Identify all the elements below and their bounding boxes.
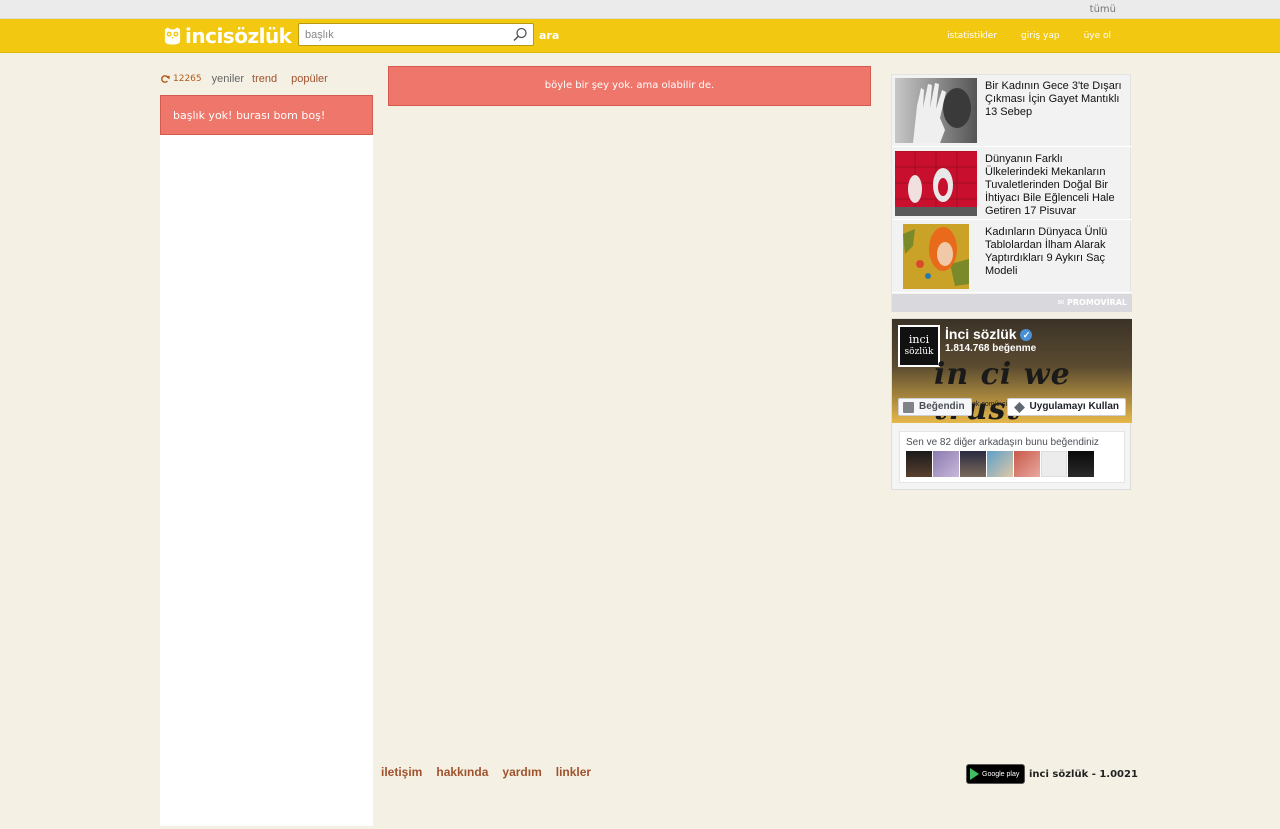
footer-about-link[interactable]: hakkında [436, 765, 488, 779]
play-icon [970, 768, 979, 780]
filter-all-link[interactable]: tümü [1090, 4, 1116, 15]
ad-thumbnail[interactable] [895, 224, 977, 289]
search-input[interactable] [299, 24, 509, 45]
facebook-page-widget: inci sözlük İnci sözlük ✓ 1.814.768 beğe… [891, 318, 1132, 490]
ad-thumbnail[interactable] [895, 78, 977, 143]
nav-login[interactable]: giriş yap [1021, 31, 1060, 41]
ad-title[interactable]: Bir Kadının Gece 3'te Dışarı Çıkması İçi… [985, 80, 1125, 119]
search-button[interactable]: ara [539, 29, 559, 42]
left-column: 12265 yeniler trend popüler başlık yok! … [160, 54, 373, 826]
friend-avatar[interactable] [1068, 451, 1094, 477]
tab-trend[interactable]: trend [252, 73, 277, 85]
cube-icon [1013, 402, 1025, 413]
friend-avatars [906, 451, 1094, 477]
nav-register[interactable]: üye ol [1084, 31, 1111, 41]
nav-statistics[interactable]: istatistikler [947, 31, 997, 41]
tab-new[interactable]: yeniler [212, 73, 244, 85]
topic-list [160, 95, 373, 826]
friend-avatar[interactable] [1014, 451, 1040, 477]
ad-thumbnail[interactable] [895, 151, 977, 216]
ad-item[interactable]: Bir Kadının Gece 3'te Dışarı Çıkması İçi… [892, 75, 1132, 147]
use-app-label: Uygulamayı Kullan [1029, 401, 1119, 412]
owl-icon [164, 27, 181, 45]
friend-avatar[interactable] [933, 451, 959, 477]
top-strip: tümü [0, 0, 1280, 19]
top-nav: istatistikler giriş yap üye ol [923, 31, 1111, 41]
version-label: inci sözlük - 1.0021 [1029, 768, 1138, 780]
facebook-page-name[interactable]: İnci sözlük ✓ [945, 326, 1033, 342]
entry-count[interactable]: 12265 [173, 74, 202, 84]
refresh-icon[interactable] [160, 74, 170, 84]
page-name-text: İnci sözlük [945, 326, 1017, 342]
footer-right: Google play inci sözlük - 1.0021 [966, 764, 1138, 784]
facebook-like-count: 1.814.768 beğenme [945, 343, 1037, 354]
logo-text: incisözlük [185, 24, 292, 48]
ad-title[interactable]: Dünyanın Farklı Ülkelerindeki Mekanların… [985, 153, 1125, 218]
footer-help-link[interactable]: yardım [502, 765, 541, 779]
ad-item[interactable]: Kadınların Dünyaca Ünlü Tablolardan İlha… [892, 221, 1132, 293]
liked-label: Beğendin [919, 401, 965, 412]
verified-icon: ✓ [1020, 329, 1033, 341]
footer-links-link[interactable]: linkler [556, 765, 591, 779]
search-icon[interactable] [511, 26, 529, 44]
tab-popular[interactable]: popüler [291, 73, 328, 85]
logo-line-2: sözlük [904, 347, 934, 357]
ad-title[interactable]: Kadınların Dünyaca Ünlü Tablolardan İlha… [985, 226, 1125, 278]
empty-topics-message: başlık yok! burası bom boş! [160, 95, 373, 135]
left-tabs: 12265 yeniler trend popüler [160, 72, 328, 86]
ad-item[interactable]: Dünyanın Farklı Ülkelerindeki Mekanların… [892, 148, 1132, 220]
facebook-icon [903, 402, 914, 413]
liked-button[interactable]: Beğendin [898, 398, 972, 416]
search-box [298, 23, 534, 46]
use-app-button[interactable]: Uygulamayı Kullan [1006, 398, 1126, 416]
not-found-alert: böyle bir şey yok. ama olabilir de. [388, 66, 871, 106]
header-bar: incisözlük ara istatistikler giriş yap ü… [0, 19, 1280, 53]
friend-avatar[interactable] [987, 451, 1013, 477]
friends-liked-text: Sen ve 82 diğer arkadaşın bunu beğendini… [906, 437, 1099, 448]
ad-brand-label[interactable]: ✉ PROMOVİRAL [892, 294, 1132, 312]
friend-avatar[interactable] [1041, 451, 1067, 477]
logo[interactable]: incisözlük [163, 23, 292, 49]
facebook-friends: Sen ve 82 diğer arkadaşın bunu beğendini… [899, 431, 1125, 483]
ad-brand-text: PROMOVİRAL [1067, 298, 1127, 307]
logo-line-1: inci [908, 333, 930, 346]
footer-links: iletişim hakkında yardım linkler [381, 765, 591, 779]
google-play-badge[interactable]: Google play [966, 764, 1025, 784]
store-label: Google play [982, 770, 1020, 778]
friend-avatar[interactable] [906, 451, 932, 477]
facebook-cover[interactable]: inci sözlük İnci sözlük ✓ 1.814.768 beğe… [892, 319, 1132, 423]
footer-contact-link[interactable]: iletişim [381, 765, 422, 779]
ad-widget: Bir Kadının Gece 3'te Dışarı Çıkması İçi… [891, 74, 1132, 312]
friend-avatar[interactable] [960, 451, 986, 477]
